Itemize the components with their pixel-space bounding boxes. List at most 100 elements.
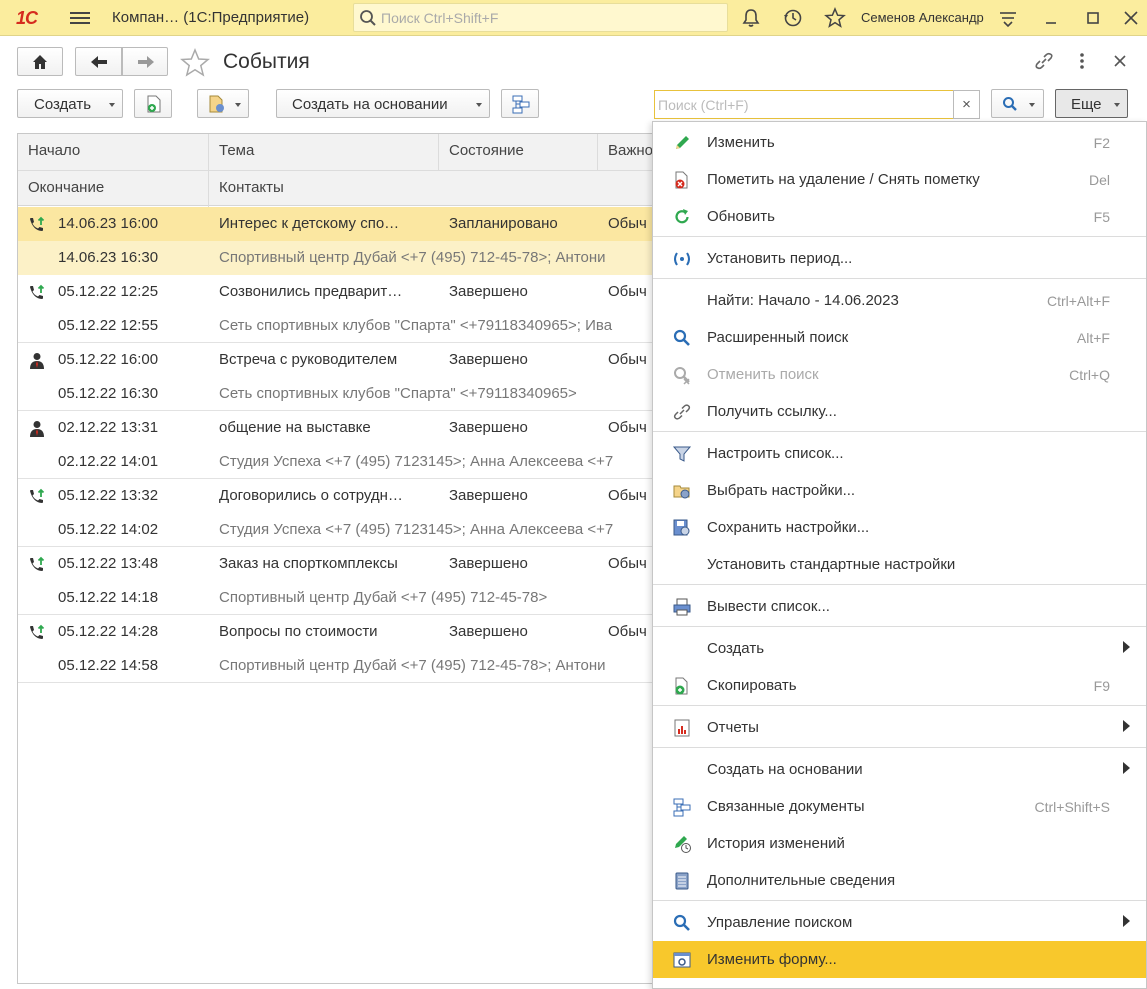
phone-call-icon bbox=[27, 215, 47, 235]
cell-end: 05.12.22 14:02 bbox=[58, 521, 159, 538]
cell-start: 05.12.22 13:48 bbox=[58, 555, 159, 572]
menu-item[interactable]: Управление поиском bbox=[653, 904, 1146, 941]
cell-contacts: Спортивный центр Дубай <+7 (495) 712-45-… bbox=[219, 589, 548, 606]
menu-item[interactable]: Расширенный поиск Alt+F bbox=[653, 319, 1146, 356]
menu-item-label: Настроить список... bbox=[707, 445, 844, 462]
menu-item-shortcut: F9 bbox=[1093, 678, 1110, 694]
create-button[interactable]: Создать bbox=[17, 89, 123, 118]
table-row[interactable]: 05.12.22 16:00 Встреча с руководителем Зав… bbox=[18, 343, 656, 411]
search-options-button[interactable] bbox=[991, 89, 1044, 118]
print-button[interactable] bbox=[197, 89, 249, 118]
settings-menu-icon[interactable] bbox=[997, 7, 1019, 29]
menu-item-label: Скопировать bbox=[707, 677, 797, 694]
cell-end: 05.12.22 16:30 bbox=[58, 385, 159, 402]
more-button-label: Еще bbox=[1071, 96, 1102, 113]
global-search-placeholder: Поиск Ctrl+Shift+F bbox=[381, 10, 499, 26]
phone-call-icon bbox=[27, 623, 47, 643]
column-header-start[interactable]: Начало bbox=[18, 134, 209, 170]
close-app-icon[interactable] bbox=[1120, 7, 1142, 29]
advanced-search-icon bbox=[672, 328, 692, 348]
menu-item[interactable]: Создать bbox=[653, 630, 1146, 667]
related-docs-icon bbox=[672, 797, 692, 817]
link-icon[interactable] bbox=[1033, 50, 1055, 72]
meeting-icon bbox=[27, 351, 47, 371]
menu-item[interactable]: Обновить F5 bbox=[653, 198, 1146, 235]
menu-item[interactable]: Отчеты bbox=[653, 709, 1146, 746]
structure-button[interactable] bbox=[501, 89, 539, 118]
menu-item[interactable]: Связанные документы Ctrl+Shift+S bbox=[653, 788, 1146, 825]
menu-item-shortcut: Ctrl+Shift+S bbox=[1034, 799, 1110, 815]
list-search-input[interactable]: Поиск (Ctrl+F) bbox=[654, 90, 954, 119]
menu-item[interactable]: Выбрать настройки... bbox=[653, 472, 1146, 509]
arrow-left-icon bbox=[91, 56, 107, 68]
menu-item[interactable]: Отменить поиск Ctrl+Q bbox=[653, 356, 1146, 393]
favorites-star-icon[interactable] bbox=[824, 7, 846, 29]
menu-item-label: Расширенный поиск bbox=[707, 329, 849, 346]
app-logo[interactable]: 1С bbox=[16, 8, 38, 29]
global-search-input[interactable]: Поиск Ctrl+Shift+F bbox=[353, 3, 728, 32]
menu-item[interactable]: Сохранить настройки... bbox=[653, 509, 1146, 546]
menu-item[interactable]: Изменить F2 bbox=[653, 124, 1146, 161]
dropdown-arrow-icon bbox=[109, 103, 115, 107]
column-header-state[interactable]: Состояние bbox=[439, 134, 598, 170]
column-header-importance[interactable]: Важно bbox=[598, 134, 656, 170]
menu-item[interactable]: Вывести список... bbox=[653, 588, 1146, 625]
column-header-contacts[interactable]: Контакты bbox=[209, 171, 656, 207]
more-options-icon[interactable] bbox=[1074, 50, 1090, 72]
history-icon[interactable] bbox=[782, 7, 804, 29]
copy-button[interactable] bbox=[134, 89, 172, 118]
menu-item[interactable]: Изменить форму... bbox=[653, 941, 1146, 978]
cell-contacts: Студия Успеха <+7 (495) 7123145>; Анна А… bbox=[219, 453, 614, 470]
menu-item[interactable]: Настроить список... bbox=[653, 435, 1146, 472]
menu-item-label: Найти: Начало - 14.06.2023 bbox=[707, 292, 899, 309]
menu-item-label: Управление поиском bbox=[707, 914, 853, 931]
home-button[interactable] bbox=[17, 47, 63, 76]
table-row[interactable]: 05.12.22 13:32 Договорились о сотрудн… Зав… bbox=[18, 479, 656, 547]
events-table: Начало Тема Состояние Важно Окончание Ко… bbox=[17, 133, 657, 984]
menu-item[interactable]: История изменений bbox=[653, 825, 1146, 862]
delete-mark-icon bbox=[672, 170, 692, 190]
clear-search-button[interactable]: × bbox=[953, 90, 980, 119]
cell-end: 05.12.22 14:18 bbox=[58, 589, 159, 606]
dropdown-arrow-icon bbox=[1029, 103, 1035, 107]
cell-contacts: Студия Успеха <+7 (495) 7123145>; Анна А… bbox=[219, 521, 614, 538]
table-row-line-1: 05.12.22 13:32 Договорились о сотрудн… Зав… bbox=[18, 479, 656, 513]
list-search-placeholder: Поиск (Ctrl+F) bbox=[658, 97, 749, 113]
table-row-line-2: 05.12.22 14:18 Спортивный центр Дубай <+7… bbox=[18, 581, 656, 615]
menu-item[interactable]: Найти: Начало - 14.06.2023 Ctrl+Alt+F bbox=[653, 282, 1146, 319]
refresh-icon bbox=[672, 207, 692, 227]
column-header-subject[interactable]: Тема bbox=[209, 134, 439, 170]
cell-importance: Обыч bbox=[608, 623, 647, 640]
table-row[interactable]: 05.12.22 13:48 Заказ на спорткомплексы Зав… bbox=[18, 547, 656, 615]
menu-item[interactable]: Установить стандартные настройки bbox=[653, 546, 1146, 583]
menu-item[interactable]: Создать на основании bbox=[653, 751, 1146, 788]
menu-item[interactable]: Получить ссылку... bbox=[653, 393, 1146, 430]
table-row[interactable]: 05.12.22 12:25 Созвонились предварит… Заве… bbox=[18, 275, 656, 343]
back-button[interactable] bbox=[75, 47, 122, 76]
menu-item-label: Установить стандартные настройки bbox=[707, 556, 956, 573]
menu-item[interactable]: Скопировать F9 bbox=[653, 667, 1146, 704]
menu-item[interactable]: Пометить на удаление / Снять пометку Del bbox=[653, 161, 1146, 198]
list-settings-icon bbox=[672, 444, 692, 464]
menu-item[interactable]: Установить период... bbox=[653, 240, 1146, 277]
additional-info-icon bbox=[672, 871, 692, 891]
maximize-icon[interactable] bbox=[1082, 7, 1104, 29]
more-button[interactable]: Еще bbox=[1055, 89, 1128, 118]
menu-item[interactable]: Дополнительные сведения bbox=[653, 862, 1146, 899]
forward-button[interactable] bbox=[122, 47, 168, 76]
minimize-icon[interactable] bbox=[1040, 7, 1062, 29]
phone-call-icon bbox=[27, 487, 47, 507]
main-menu-icon[interactable] bbox=[70, 9, 90, 27]
bell-icon[interactable] bbox=[740, 7, 762, 29]
column-header-end[interactable]: Окончание bbox=[18, 171, 209, 207]
create-based-on-button[interactable]: Создать на основании bbox=[276, 89, 490, 118]
favorite-star-icon[interactable] bbox=[180, 48, 210, 78]
table-row-line-2: 14.06.23 16:30 Спортивный центр Дубай <+7… bbox=[18, 241, 656, 275]
search-icon bbox=[1003, 97, 1017, 111]
current-user[interactable]: Семенов Александр bbox=[861, 10, 984, 25]
table-row[interactable]: 14.06.23 16:00 Интерес к детскому спо… Зап… bbox=[18, 207, 656, 275]
close-window-icon[interactable] bbox=[1112, 53, 1128, 69]
table-row[interactable]: 05.12.22 14:28 Вопросы по стоимости Заверш… bbox=[18, 615, 656, 683]
table-row[interactable]: 02.12.22 13:31 общение на выставке Заверше… bbox=[18, 411, 656, 479]
menu-item-shortcut: Alt+F bbox=[1076, 330, 1110, 346]
